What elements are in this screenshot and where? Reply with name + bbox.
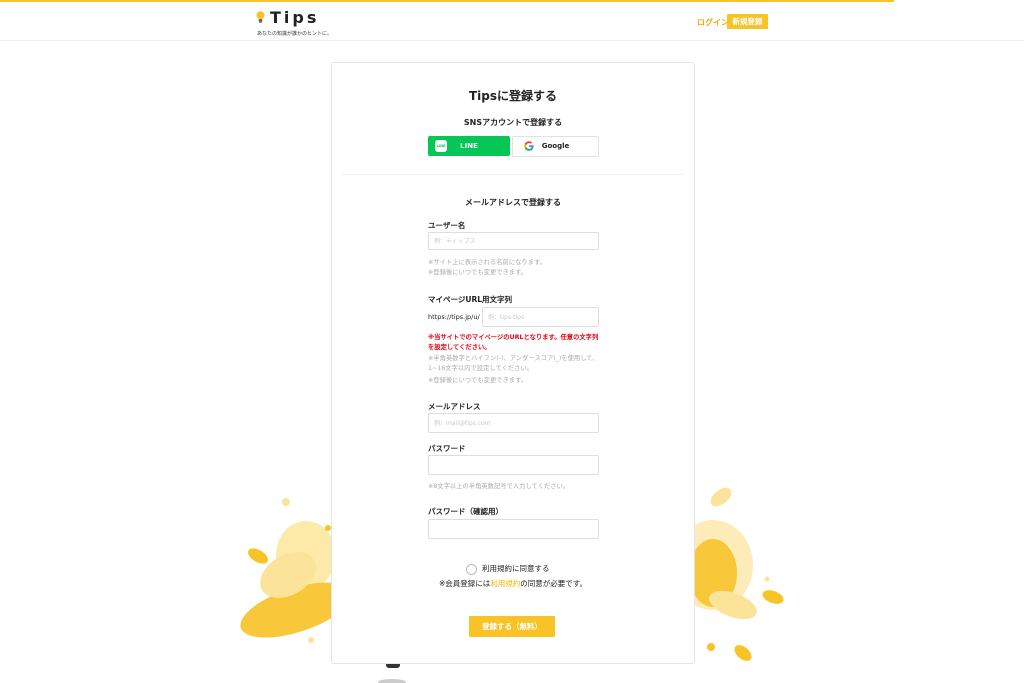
password-confirm-label: パスワード（確認用） xyxy=(428,507,503,516)
left-decoration xyxy=(240,498,336,643)
terms-note-after: の同意が必要です。 xyxy=(520,579,588,588)
password-label: パスワード xyxy=(428,444,466,453)
terms-agree-label[interactable]: 利用規約に同意する xyxy=(482,563,550,574)
username-label: ユーザー名 xyxy=(428,221,466,230)
password-input[interactable] xyxy=(428,455,599,475)
line-button-label: LINE xyxy=(460,142,478,150)
mypage-url-label: マイページURL用文字列 xyxy=(428,295,512,304)
logo-tagline: あなたの知識が誰かのヒントに。 xyxy=(257,31,333,37)
register-submit-button[interactable]: 登録する（無料） xyxy=(469,616,555,637)
email-label: メールアドレス xyxy=(428,402,481,411)
mypage-url-help-2: ※登録後にいつでも変更できます。 xyxy=(428,377,528,384)
username-help-1: ※サイト上に表示される名前になります。 xyxy=(428,259,546,266)
terms-note-before: ※会員登録には xyxy=(438,579,491,588)
google-signup-button[interactable]: Google xyxy=(512,136,599,157)
password-confirm-input[interactable] xyxy=(428,519,599,539)
mypage-url-help-1: ※半角英数字とハイフン(-)、アンダースコア(_)を使用して、1~16文字以内で… xyxy=(428,355,599,372)
login-link[interactable]: ログイン xyxy=(697,17,729,28)
email-input[interactable] xyxy=(428,413,599,433)
registration-card: Tipsに登録する SNSアカウントで登録する LINE LINE Google… xyxy=(331,62,695,664)
google-button-label: Google xyxy=(541,142,570,150)
mypage-url-warning: ※当サイトでのマイページのURLとなります。任意の文字列を設定してください。 xyxy=(428,334,599,351)
line-signup-button[interactable]: LINE LINE xyxy=(428,136,510,156)
email-section-heading: メールアドレスで登録する xyxy=(465,198,561,207)
right-decoration xyxy=(693,487,784,661)
terms-note: ※会員登録には利用規約の同意が必要です。 xyxy=(332,578,694,589)
terms-agree-checkbox[interactable] xyxy=(466,564,477,575)
lightbulb-icon xyxy=(256,11,265,23)
terms-link[interactable]: 利用規約 xyxy=(490,579,520,588)
username-help-2: ※登録後にいつでも変更できます。 xyxy=(428,269,528,276)
sns-section-heading: SNSアカウントで登録する xyxy=(463,118,563,127)
mypage-url-input[interactable] xyxy=(482,307,599,327)
section-divider xyxy=(342,174,684,175)
password-help: ※8文字以上の半角英数記号で入力してください。 xyxy=(428,483,570,490)
username-input[interactable] xyxy=(428,232,599,250)
logo-text: Tips xyxy=(270,8,320,27)
site-header: Tips あなたの知識が誰かのヒントに。 ログイン 新規登録 xyxy=(0,2,1024,41)
mypage-url-prefix: https://tips.jp/u/ xyxy=(428,313,480,321)
page-title: Tipsに登録する xyxy=(468,89,558,103)
signup-button[interactable]: 新規登録 xyxy=(727,14,768,29)
